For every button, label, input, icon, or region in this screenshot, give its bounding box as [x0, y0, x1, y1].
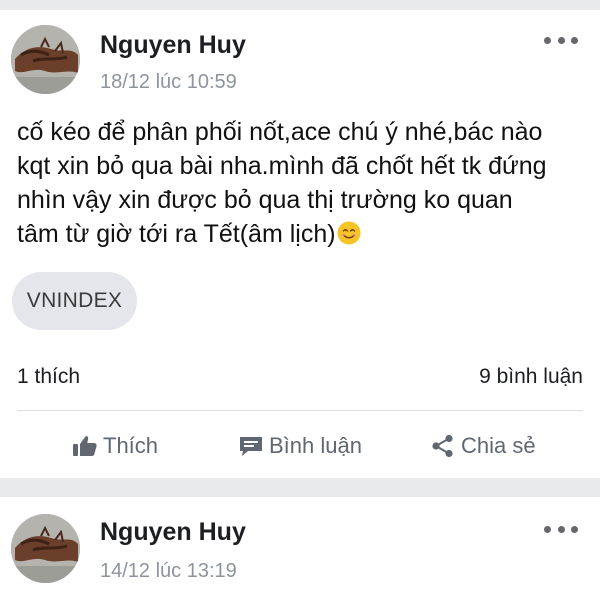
like-button[interactable]: Thích [72, 428, 158, 464]
thumbs-up-icon [73, 436, 97, 456]
share-icon [432, 434, 453, 458]
comment-button-label: Bình luận [269, 433, 362, 458]
content-line: kqt xin bỏ qua bài nha.mình đã chốt hết … [17, 152, 547, 180]
comment-bubble-icon [240, 437, 262, 456]
more-options-button[interactable] [544, 34, 578, 46]
content-line-last: tâm từ giờ tới ra Tết(âm lịch) [17, 217, 597, 251]
more-dots-icon [544, 525, 551, 533]
comment-button[interactable]: Bình luận [238, 428, 362, 464]
author-avatar[interactable] [11, 514, 80, 583]
more-options-button[interactable] [544, 523, 578, 535]
post-card: Nguyen Huy 18/12 lúc 10:59 cố kéo để phâ… [0, 10, 600, 478]
like-button-label: Thích [103, 433, 159, 458]
author-name[interactable]: Nguyen Huy [100, 518, 246, 547]
share-button-label: Chia sẻ [461, 433, 536, 458]
author-avatar[interactable] [11, 25, 80, 94]
like-count[interactable]: 1 thích [17, 365, 80, 389]
post-card: Nguyen Huy 14/12 lúc 13:19 [0, 497, 600, 600]
content-line: cố kéo để phân phối nốt,ace chú ý nhé,bá… [17, 118, 543, 146]
more-dot [571, 36, 578, 44]
smiling-face-emoji [337, 221, 361, 245]
content-line: nhìn vậy xin được bỏ qua thị trường ko q… [17, 186, 513, 214]
author-name[interactable]: Nguyen Huy [100, 31, 246, 60]
comment-count[interactable]: 9 bình luận [479, 365, 583, 389]
post-timestamp[interactable]: 14/12 lúc 13:19 [100, 560, 237, 583]
hashtag-chip[interactable]: VNINDEX [12, 272, 137, 330]
more-dot [557, 525, 565, 533]
more-dots-icon [544, 36, 551, 44]
content-line-text: tâm từ giờ tới ra Tết(âm lịch) [17, 220, 336, 248]
more-dot [557, 36, 565, 44]
divider [17, 410, 583, 411]
more-dot [571, 525, 578, 533]
post-content: cố kéo để phân phối nốt,ace chú ý nhé,bá… [17, 115, 597, 251]
post-timestamp[interactable]: 18/12 lúc 10:59 [100, 71, 237, 94]
share-button[interactable]: Chia sẻ [430, 428, 536, 464]
